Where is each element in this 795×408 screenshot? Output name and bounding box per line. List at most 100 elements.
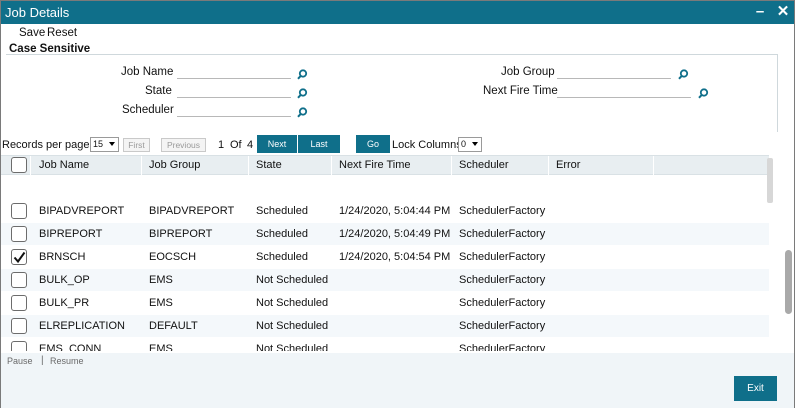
scheduler-search-icon[interactable] bbox=[297, 107, 308, 118]
state-search-icon[interactable] bbox=[297, 88, 308, 99]
state-cell: Scheduled bbox=[256, 251, 308, 263]
vertical-scrollbar[interactable] bbox=[783, 155, 793, 351]
table-row[interactable]: BRNSCH EOCSCH Scheduled 1/24/2020, 5:04:54 … bbox=[1, 246, 769, 268]
exit-button[interactable]: Exit bbox=[734, 376, 777, 401]
of-label: Of bbox=[230, 139, 242, 151]
pause-link[interactable]: Pause bbox=[7, 356, 33, 366]
job-name-cell: EMS_CONN bbox=[39, 343, 102, 351]
state-field[interactable] bbox=[177, 84, 291, 98]
next-page-button[interactable]: Next bbox=[257, 135, 297, 153]
job-group-cell: DEFAULT bbox=[149, 320, 198, 332]
search-criteria-panel: Job Name State Scheduler Job Group Next … bbox=[6, 54, 778, 132]
check-icon bbox=[13, 251, 26, 264]
job-details-window: Job Details – ✕ Save Reset Case Sensitiv… bbox=[0, 0, 795, 408]
lock-columns-label: Lock Columns bbox=[392, 139, 462, 151]
next-fire-time-search-icon[interactable] bbox=[698, 88, 709, 99]
job-name-cell: ELREPLICATION bbox=[39, 320, 125, 332]
job-group-cell: EOCSCH bbox=[149, 251, 197, 263]
column-header-scheduler[interactable]: Scheduler bbox=[452, 156, 549, 175]
table-row[interactable]: BULK_PR EMS Not Scheduled SchedulerFactory bbox=[1, 292, 769, 314]
job-name-field[interactable] bbox=[177, 65, 291, 79]
next-fire-time-field[interactable] bbox=[557, 84, 691, 98]
scheduler-cell: SchedulerFactory bbox=[459, 320, 546, 332]
last-page-button[interactable]: Last bbox=[298, 135, 340, 153]
window-title: Job Details bbox=[5, 5, 70, 20]
chevron-down-icon bbox=[472, 142, 478, 146]
table-row[interactable]: EMS_CONN EMS Not Scheduled SchedulerFactory bbox=[1, 338, 769, 351]
select-all-checkbox[interactable] bbox=[11, 157, 27, 173]
table-row[interactable]: BIPADVREPORT BIPADVREPORT Scheduled 1/24/20… bbox=[1, 200, 769, 222]
table-row[interactable]: BULK_OP EMS Not Scheduled SchedulerFactory bbox=[1, 269, 769, 291]
job-name-cell: BRNSCH bbox=[39, 251, 86, 263]
job-group-search-icon[interactable] bbox=[678, 69, 689, 80]
row-checkbox[interactable] bbox=[11, 272, 27, 288]
state-cell: Not Scheduled bbox=[256, 274, 329, 286]
scheduler-cell: SchedulerFactory bbox=[459, 251, 546, 263]
scheduler-cell: SchedulerFactory bbox=[459, 205, 546, 217]
row-checkbox[interactable] bbox=[11, 341, 27, 351]
job-group-cell: BIPADVREPORT bbox=[149, 205, 235, 217]
job-name-cell: BIPADVREPORT bbox=[39, 205, 125, 217]
job-group-cell: EMS bbox=[149, 297, 173, 309]
state-cell: Scheduled bbox=[256, 205, 308, 217]
job-name-label: Job Name bbox=[121, 66, 174, 78]
footer-bar: Pause | Resume Exit bbox=[1, 353, 794, 408]
title-bar: Job Details – ✕ bbox=[1, 1, 794, 24]
next-fire-time-cell: 1/24/2020, 5:04:49 PM bbox=[339, 228, 451, 240]
job-group-label: Job Group bbox=[501, 66, 555, 78]
next-fire-time-cell: 1/24/2020, 5:04:44 PM bbox=[339, 205, 451, 217]
total-pages: 4 bbox=[247, 139, 254, 151]
records-per-page-select[interactable]: 15 bbox=[90, 137, 119, 152]
row-checkbox[interactable] bbox=[11, 203, 27, 219]
column-header-job-group[interactable]: Job Group bbox=[142, 156, 249, 175]
lock-columns-value: 0 bbox=[461, 139, 467, 149]
job-name-cell: BIPREPORT bbox=[39, 228, 103, 240]
row-checkbox[interactable] bbox=[11, 249, 27, 265]
inner-scrollbar[interactable] bbox=[767, 158, 773, 203]
scheduler-label: Scheduler bbox=[122, 104, 174, 116]
column-header-next-fire-time[interactable]: Next Fire Time bbox=[332, 156, 452, 175]
first-page-button[interactable]: First bbox=[123, 138, 150, 152]
next-fire-time-label: Next Fire Time bbox=[483, 85, 558, 97]
records-per-page-label: Records per page bbox=[2, 139, 90, 151]
state-cell: Not Scheduled bbox=[256, 297, 329, 309]
scheduler-cell: SchedulerFactory bbox=[459, 297, 546, 309]
row-checkbox[interactable] bbox=[11, 295, 27, 311]
scrollbar-thumb[interactable] bbox=[785, 250, 792, 314]
column-header-state[interactable]: State bbox=[249, 156, 332, 175]
job-group-cell: EMS bbox=[149, 274, 173, 286]
resume-link[interactable]: Resume bbox=[50, 356, 84, 366]
job-group-field[interactable] bbox=[557, 65, 671, 79]
jobs-table: Job Name Job Group State Next Fire Time … bbox=[1, 155, 769, 351]
chevron-down-icon bbox=[109, 142, 115, 146]
go-button[interactable]: Go bbox=[356, 135, 390, 153]
row-checkbox[interactable] bbox=[11, 318, 27, 334]
scheduler-cell: SchedulerFactory bbox=[459, 274, 546, 286]
pagination-bar: Records per page 15 First Previous 1 Of … bbox=[1, 135, 794, 155]
job-name-cell: BULK_PR bbox=[39, 297, 90, 309]
close-icon[interactable]: ✕ bbox=[774, 2, 792, 22]
job-name-cell: BULK_OP bbox=[39, 274, 90, 286]
state-cell: Not Scheduled bbox=[256, 343, 329, 351]
table-row[interactable]: BIPREPORT BIPREPORT Scheduled 1/24/2020, 5:… bbox=[1, 223, 769, 245]
save-menu-item[interactable]: Save bbox=[19, 27, 45, 39]
row-checkbox[interactable] bbox=[11, 226, 27, 242]
state-label: State bbox=[145, 85, 172, 97]
previous-page-button[interactable]: Previous bbox=[161, 138, 206, 152]
table-row[interactable]: ELREPLICATION DEFAULT Not Scheduled Schedul… bbox=[1, 315, 769, 337]
records-per-page-value: 15 bbox=[93, 139, 104, 149]
scheduler-cell: SchedulerFactory bbox=[459, 228, 546, 240]
state-cell: Not Scheduled bbox=[256, 320, 329, 332]
footer-separator: | bbox=[41, 355, 44, 366]
column-header-error[interactable]: Error bbox=[549, 156, 654, 175]
reset-menu-item[interactable]: Reset bbox=[47, 27, 77, 39]
lock-columns-select[interactable]: 0 bbox=[458, 137, 482, 152]
job-name-search-icon[interactable] bbox=[297, 69, 308, 80]
header-select-cell bbox=[1, 156, 31, 175]
column-header-job-name[interactable]: Job Name bbox=[31, 156, 142, 175]
minimize-icon[interactable]: – bbox=[751, 2, 769, 22]
table-header: Job Name Job Group State Next Fire Time … bbox=[1, 155, 769, 175]
scheduler-field[interactable] bbox=[177, 103, 291, 117]
scheduler-cell: SchedulerFactory bbox=[459, 343, 546, 351]
job-group-cell: BIPREPORT bbox=[149, 228, 213, 240]
